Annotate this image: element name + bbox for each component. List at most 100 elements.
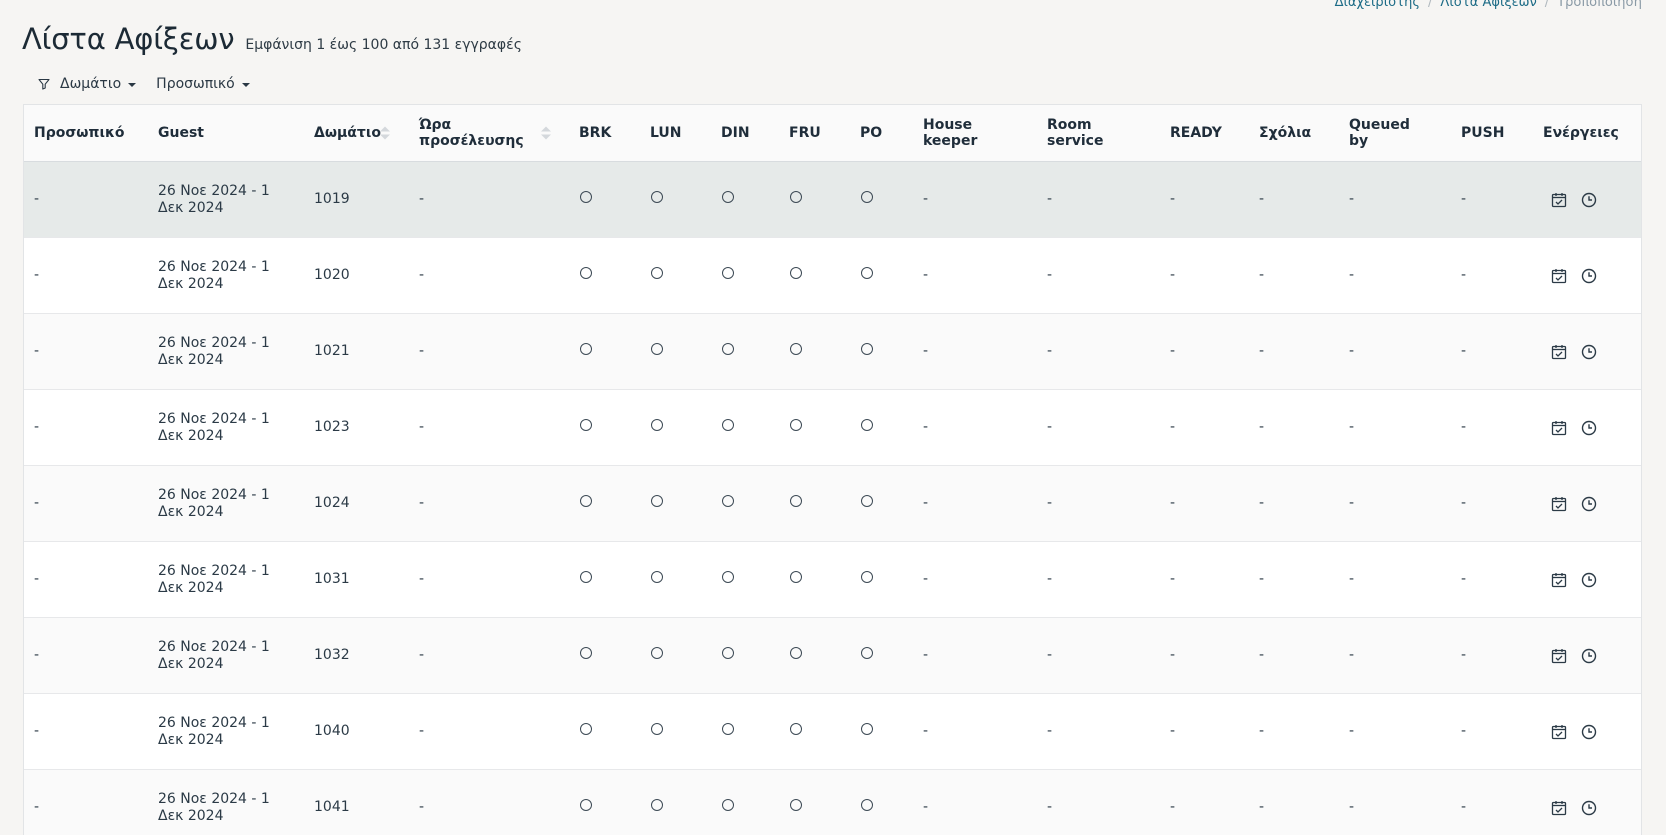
din-radio[interactable] — [722, 343, 734, 355]
po-radio[interactable] — [861, 267, 873, 279]
column-header-guest[interactable]: Guest — [148, 105, 304, 162]
column-header-lun[interactable]: LUN — [640, 105, 711, 162]
brk-radio[interactable] — [580, 495, 592, 507]
table-row[interactable]: -26 Νοε 2024 - 1 Δεκ 20241041------- — [24, 770, 1641, 835]
po-radio[interactable] — [861, 723, 873, 735]
brk-radio[interactable] — [580, 571, 592, 583]
lun-radio[interactable] — [651, 267, 663, 279]
fru-cell — [779, 162, 850, 238]
fru-radio[interactable] — [790, 191, 802, 203]
fru-radio[interactable] — [790, 267, 802, 279]
fru-radio[interactable] — [790, 343, 802, 355]
lun-radio[interactable] — [651, 495, 663, 507]
din-radio[interactable] — [722, 571, 734, 583]
brk-radio[interactable] — [580, 419, 592, 431]
column-header-ready[interactable]: READY — [1160, 105, 1249, 162]
column-header-din[interactable]: DIN — [711, 105, 779, 162]
clock-icon[interactable] — [1581, 572, 1597, 588]
table-row[interactable]: -26 Νοε 2024 - 1 Δεκ 20241032------- — [24, 618, 1641, 694]
table-row[interactable]: -26 Νοε 2024 - 1 Δεκ 20241031------- — [24, 542, 1641, 618]
fru-radio[interactable] — [790, 571, 802, 583]
table-row[interactable]: -26 Νοε 2024 - 1 Δεκ 20241040------- — [24, 694, 1641, 770]
column-header-arrival-time[interactable]: Ώρα προσέλευσης — [409, 105, 569, 162]
fru-radio[interactable] — [790, 723, 802, 735]
column-header-housekeeper[interactable]: House keeper — [913, 105, 1037, 162]
brk-radio[interactable] — [580, 723, 592, 735]
calendar-check-icon[interactable] — [1551, 648, 1567, 664]
calendar-check-icon[interactable] — [1551, 572, 1567, 588]
brk-radio[interactable] — [580, 799, 592, 811]
po-radio[interactable] — [861, 191, 873, 203]
brk-radio[interactable] — [580, 343, 592, 355]
table-row[interactable]: -26 Νοε 2024 - 1 Δεκ 20241020------- — [24, 238, 1641, 314]
lun-radio[interactable] — [651, 419, 663, 431]
breadcrumb-link-admin[interactable]: Διαχειριστής — [1335, 0, 1420, 10]
din-radio[interactable] — [722, 419, 734, 431]
room-filter-dropdown[interactable]: Δωμάτιο — [38, 76, 136, 92]
brk-radio[interactable] — [580, 191, 592, 203]
brk-radio[interactable] — [580, 267, 592, 279]
column-header-brk[interactable]: BRK — [569, 105, 640, 162]
calendar-check-icon[interactable] — [1551, 268, 1567, 284]
table-row[interactable]: -26 Νοε 2024 - 1 Δεκ 20241019------- — [24, 162, 1641, 238]
clock-icon[interactable] — [1581, 648, 1597, 664]
lun-radio[interactable] — [651, 571, 663, 583]
table-row[interactable]: -26 Νοε 2024 - 1 Δεκ 20241023------- — [24, 390, 1641, 466]
column-header-po[interactable]: PO — [850, 105, 913, 162]
calendar-check-icon[interactable] — [1551, 420, 1567, 436]
po-radio[interactable] — [861, 495, 873, 507]
brk-radio[interactable] — [580, 647, 592, 659]
calendar-check-icon[interactable] — [1551, 800, 1567, 816]
din-radio[interactable] — [722, 191, 734, 203]
din-radio[interactable] — [722, 647, 734, 659]
clock-icon[interactable] — [1581, 800, 1597, 816]
fru-radio[interactable] — [790, 647, 802, 659]
lun-radio[interactable] — [651, 799, 663, 811]
po-radio[interactable] — [861, 571, 873, 583]
fru-radio[interactable] — [790, 495, 802, 507]
row-actions — [1543, 800, 1631, 816]
calendar-check-icon[interactable] — [1551, 192, 1567, 208]
calendar-check-icon[interactable] — [1551, 724, 1567, 740]
column-header-fru[interactable]: FRU — [779, 105, 850, 162]
clock-icon[interactable] — [1581, 344, 1597, 360]
sort-icon[interactable] — [541, 127, 551, 140]
table-row[interactable]: -26 Νοε 2024 - 1 Δεκ 20241021------- — [24, 314, 1641, 390]
clock-icon[interactable] — [1581, 420, 1597, 436]
column-header-staff[interactable]: Προσωπικό — [24, 105, 148, 162]
din-radio[interactable] — [722, 495, 734, 507]
breadcrumb-link-arrivals[interactable]: Λίστα Αφίξεων — [1440, 0, 1536, 10]
po-radio[interactable] — [861, 647, 873, 659]
din-radio[interactable] — [722, 799, 734, 811]
po-radio[interactable] — [861, 419, 873, 431]
sort-icon[interactable] — [380, 127, 390, 140]
fru-radio[interactable] — [790, 799, 802, 811]
calendar-check-icon[interactable] — [1551, 344, 1567, 360]
lun-radio[interactable] — [651, 343, 663, 355]
lun-radio[interactable] — [651, 647, 663, 659]
clock-icon[interactable] — [1581, 192, 1597, 208]
column-header-push[interactable]: PUSH — [1451, 105, 1533, 162]
room-cell: 1041 — [304, 770, 409, 835]
lun-radio[interactable] — [651, 723, 663, 735]
column-header-comments[interactable]: Σχόλια — [1249, 105, 1339, 162]
din-radio[interactable] — [722, 267, 734, 279]
po-radio[interactable] — [861, 799, 873, 811]
comments-cell: - — [1249, 542, 1339, 618]
staff-filter-dropdown[interactable]: Προσωπικό — [156, 76, 250, 92]
column-header-room[interactable]: Δωμάτιο — [304, 105, 409, 162]
column-header-room-service[interactable]: Room service — [1037, 105, 1160, 162]
din-radio[interactable] — [722, 723, 734, 735]
clock-icon[interactable] — [1581, 496, 1597, 512]
table-row[interactable]: -26 Νοε 2024 - 1 Δεκ 20241024------- — [24, 466, 1641, 542]
po-radio[interactable] — [861, 343, 873, 355]
room-cell: 1024 — [304, 466, 409, 542]
column-header-queued-by[interactable]: Queued by — [1339, 105, 1451, 162]
guest-cell: 26 Νοε 2024 - 1 Δεκ 2024 — [148, 694, 304, 770]
calendar-check-icon[interactable] — [1551, 496, 1567, 512]
clock-icon[interactable] — [1581, 724, 1597, 740]
ready-cell: - — [1160, 466, 1249, 542]
lun-radio[interactable] — [651, 191, 663, 203]
fru-radio[interactable] — [790, 419, 802, 431]
clock-icon[interactable] — [1581, 268, 1597, 284]
